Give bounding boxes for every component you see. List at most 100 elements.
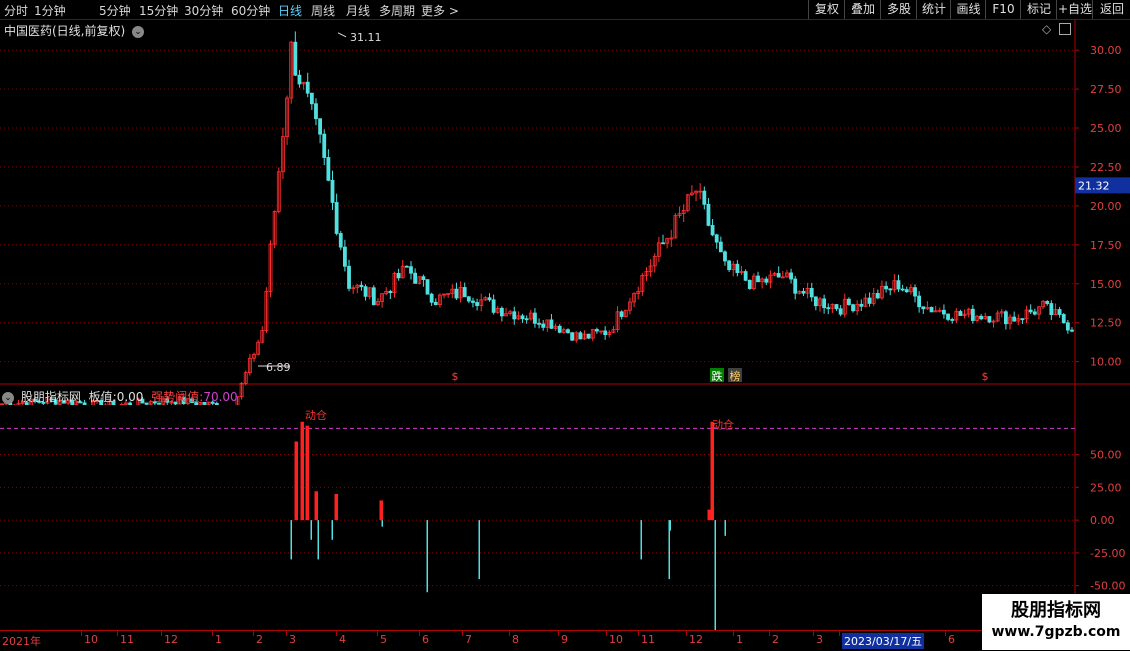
site-logo: 股朋指标网 www.7gpzb.com (982, 594, 1130, 650)
date-axis: 2021年 10 11 12 1 2 3 4 5 6 7 8 9 10 11 12 1 2 3 2023/03/17/… (0, 630, 1075, 651)
candle-body (471, 300, 475, 303)
toolbar: 分时 1分钟 5分钟 15分钟 30分钟 60分钟 日线 周线 月线 多周期 更多 > 复权 叠加 多股统… (0, 0, 1130, 20)
indicator-bar (290, 520, 292, 560)
candle-body (884, 285, 888, 290)
candle-body (421, 276, 426, 280)
candle-body (619, 311, 624, 317)
candle-body (499, 307, 504, 317)
indicator-bar (317, 520, 319, 560)
candle-body (334, 202, 339, 234)
candle-body (661, 242, 665, 245)
stock-title: 中国医药(日线,前复权) (4, 24, 126, 38)
candle-body (462, 287, 467, 298)
annotation-label: 动仓 (305, 408, 327, 422)
event-marker: 跌 (712, 369, 723, 383)
date-tick (509, 631, 510, 636)
candle-body (586, 333, 591, 339)
toolbar-button-2[interactable]: 多股 (880, 0, 917, 19)
logo-line2: www.7gpzb.com (991, 624, 1121, 640)
candle-body (1003, 311, 1008, 325)
candle-body (793, 278, 798, 294)
candle-body (293, 41, 298, 76)
candle-body (487, 297, 492, 301)
date-tick (253, 631, 254, 636)
date-tick (558, 631, 559, 636)
period-tab-3[interactable]: 15分钟 (139, 2, 178, 19)
value: 0.00 (116, 390, 144, 404)
candle-body (801, 291, 806, 294)
candle-body (987, 316, 992, 323)
candle-body (809, 288, 814, 298)
event-marker: $ (452, 370, 459, 383)
candle-body (557, 325, 562, 333)
date-label: 12 (164, 633, 178, 646)
candle-body (454, 288, 459, 299)
date-tick (606, 631, 607, 636)
toolbar-button-0[interactable]: 复权 (808, 0, 845, 19)
indicator-chart[interactable]: 50.0025.000.00-25.00-50.00动仓动仓 (0, 385, 1130, 631)
date-label: 11 (120, 633, 134, 646)
period-tab-8[interactable]: 月线 (346, 2, 370, 19)
date-label: 5 (380, 633, 387, 646)
date-label: 8 (512, 633, 519, 646)
candle-body (921, 306, 926, 310)
toolbar-button-5[interactable]: F10 (985, 0, 1021, 19)
candle-body (359, 284, 364, 288)
high-label: 31.11 (350, 31, 382, 44)
period-tab-0[interactable]: 分时 (4, 2, 28, 19)
toolbar-button-3[interactable]: 统计 (916, 0, 951, 19)
date-label: 4 (339, 633, 346, 646)
high-pointer (337, 32, 347, 38)
candle-body (541, 323, 546, 328)
period-tab-10[interactable]: 更多 > (421, 2, 459, 19)
candle-body (429, 293, 434, 303)
date-tick (286, 631, 287, 636)
panel-toggle-icon[interactable] (1059, 23, 1071, 35)
diamond-icon[interactable]: ◇ (1042, 22, 1051, 36)
toolbar-button-4[interactable]: 画线 (950, 0, 986, 19)
candle-body (347, 265, 351, 289)
date-label: 7 (465, 633, 472, 646)
value-label: 板值: (88, 390, 117, 404)
period-tab-5[interactable]: 60分钟 (231, 2, 270, 19)
date-label: 9 (561, 633, 568, 646)
candle-body (314, 103, 318, 120)
candle-body (1020, 318, 1025, 321)
indicator-bar (669, 520, 671, 531)
y-tick-label: 25.00 (1090, 481, 1122, 494)
candle-body (896, 280, 901, 290)
indicator-bar (714, 520, 716, 631)
candle-body (1057, 309, 1062, 315)
period-tab-9[interactable]: 多周期 (379, 2, 415, 19)
chevron-down-icon[interactable]: ⌄ (2, 391, 14, 404)
date-tick (769, 631, 770, 636)
date-tick (945, 631, 946, 636)
toolbar-button-6[interactable]: 标记 (1020, 0, 1057, 19)
event-marker: 榜 (730, 369, 741, 383)
period-tab-7[interactable]: 周线 (311, 2, 335, 19)
period-tab-1[interactable]: 1分钟 (34, 2, 66, 19)
candle-body (371, 287, 376, 306)
candle-body (813, 296, 818, 307)
low-label: 6.89 (266, 361, 291, 374)
toolbar-button-1[interactable]: 叠加 (844, 0, 881, 19)
toolbar-button-7[interactable]: +自选 (1056, 0, 1093, 19)
period-tab-4[interactable]: 30分钟 (184, 2, 223, 19)
toolbar-button-8[interactable]: 返回 (1092, 0, 1130, 19)
chevron-down-icon[interactable]: ⌄ (132, 25, 145, 38)
period-tab-6[interactable]: 日线 (278, 2, 302, 19)
date-tick (462, 631, 463, 636)
indicator-bar (331, 520, 333, 540)
candle-body (330, 179, 335, 203)
candle-body (425, 279, 430, 295)
candle-body (549, 319, 554, 329)
price-chart[interactable]: 10.00 12.50 15.00 17.50 20.00 22.50 25.00 27.50… (0, 19, 1130, 405)
candle-body (727, 260, 732, 271)
candle-body (491, 299, 496, 313)
date-label: 10 (84, 633, 98, 646)
candle-body (929, 306, 934, 313)
candle-body (322, 133, 327, 158)
period-tab-2[interactable]: 5分钟 (99, 2, 131, 19)
date-label: 11 (641, 633, 655, 646)
indicator-bar (426, 520, 428, 593)
